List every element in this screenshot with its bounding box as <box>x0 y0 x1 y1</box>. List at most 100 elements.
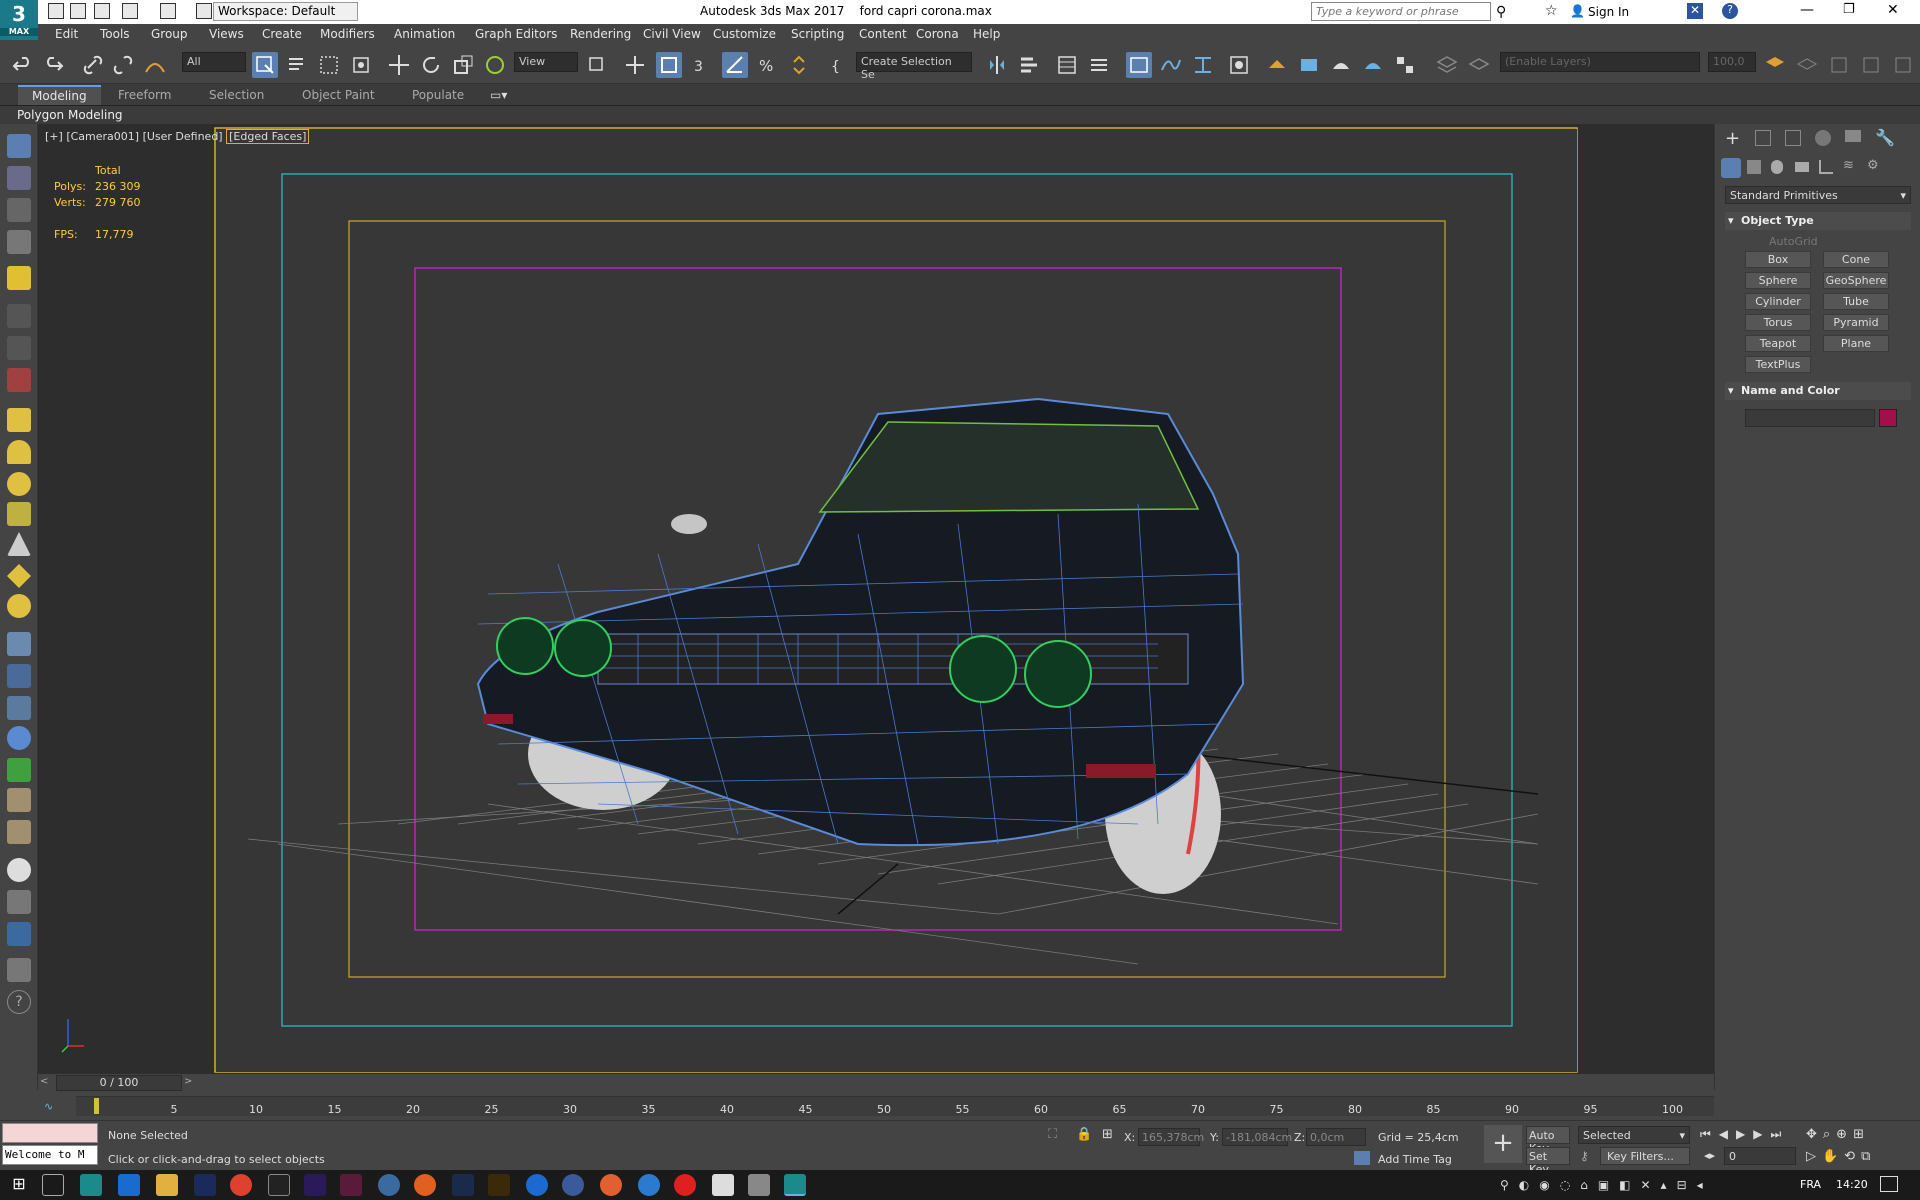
selection-lock-icon[interactable]: 🔒 <box>1076 1127 1092 1142</box>
reference-coordinate-dropdown[interactable]: View <box>514 52 578 72</box>
taskbar-aftereffects-icon[interactable] <box>304 1174 326 1196</box>
angle-snap-icon[interactable] <box>722 52 748 78</box>
display-tab-icon[interactable] <box>1845 130 1861 142</box>
menu-item[interactable]: Help <box>973 27 1000 41</box>
minimize-icon[interactable]: — <box>1800 2 1814 18</box>
menu-item[interactable]: Modifiers <box>320 27 375 41</box>
menu-item[interactable]: Create <box>262 27 302 41</box>
fur-icon[interactable] <box>7 820 31 844</box>
move-icon[interactable] <box>386 52 412 78</box>
motion-tab-icon[interactable] <box>1815 130 1831 146</box>
select-manipulate-icon[interactable] <box>622 52 648 78</box>
rotate-icon[interactable] <box>418 52 444 78</box>
sphere-button[interactable]: Sphere <box>1745 272 1811 289</box>
curve-editor-mini-icon[interactable]: ∿ <box>44 1100 53 1113</box>
render-setup-icon[interactable] <box>1264 52 1290 78</box>
white-sphere-icon[interactable] <box>7 858 31 882</box>
set-key-large-button[interactable]: + <box>1484 1125 1522 1163</box>
utility-icon[interactable] <box>7 958 31 982</box>
layer-dropdown[interactable]: (Enable Layers) <box>1500 52 1700 72</box>
window-crossing-icon[interactable] <box>348 52 374 78</box>
redo-icon[interactable] <box>40 52 66 78</box>
unlink-icon[interactable] <box>110 52 136 78</box>
light-icon[interactable] <box>7 266 31 290</box>
spacewarps-icon[interactable]: ≋ <box>1843 158 1854 173</box>
create-tab-icon[interactable]: + <box>1725 128 1740 149</box>
shapes-icon[interactable] <box>1747 160 1761 174</box>
bind-spacewarp-icon[interactable] <box>142 52 168 78</box>
taskbar-edge-icon[interactable] <box>118 1174 140 1196</box>
search-input[interactable]: Type a keyword or phrase <box>1311 2 1491 21</box>
taskbar-illustrator-icon[interactable] <box>488 1174 510 1196</box>
sun-icon[interactable] <box>7 564 31 588</box>
menu-item[interactable]: Animation <box>394 27 455 41</box>
viewport-label[interactable]: [+] [Camera001] [User Defined] [Edged Fa… <box>45 129 310 144</box>
teapot-button[interactable]: Teapot <box>1745 335 1811 352</box>
autogrid-checkbox[interactable]: AutoGrid <box>1769 235 1818 248</box>
playback-controls[interactable]: ⏮◀▶▶⏭ <box>1700 1127 1789 1142</box>
grid-icon[interactable] <box>7 230 31 254</box>
ribbon-options-icon[interactable]: ▭▾ <box>490 88 507 102</box>
curve-editor-icon[interactable] <box>1158 52 1184 78</box>
modify-tab-icon[interactable] <box>1755 130 1771 146</box>
taskbar-photos-icon[interactable] <box>712 1174 734 1196</box>
undo-icon[interactable] <box>122 3 138 19</box>
gear-blue-icon[interactable] <box>7 726 31 750</box>
utilities-tab-icon[interactable]: 🔧 <box>1875 128 1895 147</box>
pivot-center-icon[interactable] <box>584 52 610 78</box>
render-production-icon[interactable] <box>1328 52 1354 78</box>
absolute-mode-icon[interactable]: ⊞ <box>1102 1127 1113 1142</box>
edit-named-selection-icon[interactable]: { <box>826 52 852 78</box>
plane-button[interactable]: Plane <box>1823 335 1889 352</box>
project-folder-icon[interactable] <box>196 3 212 19</box>
layer-tools-icon[interactable] <box>1762 52 1788 78</box>
windows-start-icon[interactable]: ⊞ <box>8 1174 30 1196</box>
menu-item[interactable]: Graph Editors <box>475 27 557 41</box>
script-icon[interactable] <box>7 890 31 914</box>
taskbar-opera-icon[interactable] <box>674 1174 696 1196</box>
cone-icon[interactable] <box>7 532 31 556</box>
lights-icon[interactable] <box>1771 160 1783 174</box>
track-bar[interactable]: 5 10 15 20 25 30 35 40 45 50 55 60 65 70 75 80 85 90 95 100 <box>76 1096 1714 1116</box>
menu-item[interactable]: Group <box>151 27 188 41</box>
taskbar-3dsmax-icon[interactable] <box>80 1174 102 1196</box>
align-icon[interactable] <box>1016 52 1042 78</box>
taskbar-chrome-icon[interactable] <box>230 1174 252 1196</box>
time-tag-icon[interactable] <box>1354 1151 1370 1165</box>
viewport-nav-controls[interactable]: ✥⌕⊕⊞ <box>1806 1127 1870 1142</box>
selection-filter-dropdown[interactable]: All <box>182 52 246 72</box>
systems-icon[interactable]: ⚙ <box>1867 158 1879 173</box>
tube-button[interactable]: Tube <box>1823 293 1889 310</box>
teapot-icon[interactable] <box>7 134 31 158</box>
tab-object-paint[interactable]: Object Paint <box>302 88 375 102</box>
category-dropdown[interactable]: Standard Primitives ▾ <box>1725 186 1911 204</box>
x-coordinate-field[interactable]: 165,378cm <box>1138 1128 1204 1146</box>
taskbar-app3-icon[interactable] <box>600 1174 622 1196</box>
percent-snap-icon[interactable]: % <box>754 52 780 78</box>
dynamics-icon[interactable] <box>7 368 31 392</box>
geosphere-button[interactable]: GeoSphere <box>1823 272 1889 289</box>
undo-icon[interactable] <box>10 52 36 78</box>
spinner-snap-icon[interactable] <box>786 52 812 78</box>
mirror-icon[interactable] <box>984 52 1010 78</box>
sphere-yellow-icon[interactable] <box>7 594 31 618</box>
tab-selection[interactable]: Selection <box>209 88 264 102</box>
render-iterative-icon[interactable] <box>1360 52 1386 78</box>
menu-item[interactable]: Scripting <box>791 27 844 41</box>
layers-add-icon[interactable] <box>1466 52 1492 78</box>
key-icon[interactable]: ⚷ <box>1580 1149 1589 1163</box>
menu-item[interactable]: Content <box>859 27 907 41</box>
time-slider-prev-icon[interactable]: < <box>40 1076 54 1090</box>
taskbar-photoshop-icon[interactable] <box>194 1174 216 1196</box>
ribbon-subtitle[interactable]: Polygon Modeling <box>17 108 123 122</box>
helper-icon[interactable] <box>7 336 31 360</box>
menu-item[interactable]: Views <box>209 27 244 41</box>
time-marker[interactable] <box>94 1098 99 1114</box>
close-icon[interactable]: ✕ <box>1887 2 1899 18</box>
link-icon[interactable] <box>80 52 106 78</box>
network-icon[interactable] <box>7 696 31 720</box>
scene-explorer-icon[interactable] <box>1054 52 1080 78</box>
menu-item[interactable]: Civil View <box>643 27 701 41</box>
object-name-input[interactable] <box>1745 409 1875 427</box>
torus-button[interactable]: Torus <box>1745 314 1811 331</box>
